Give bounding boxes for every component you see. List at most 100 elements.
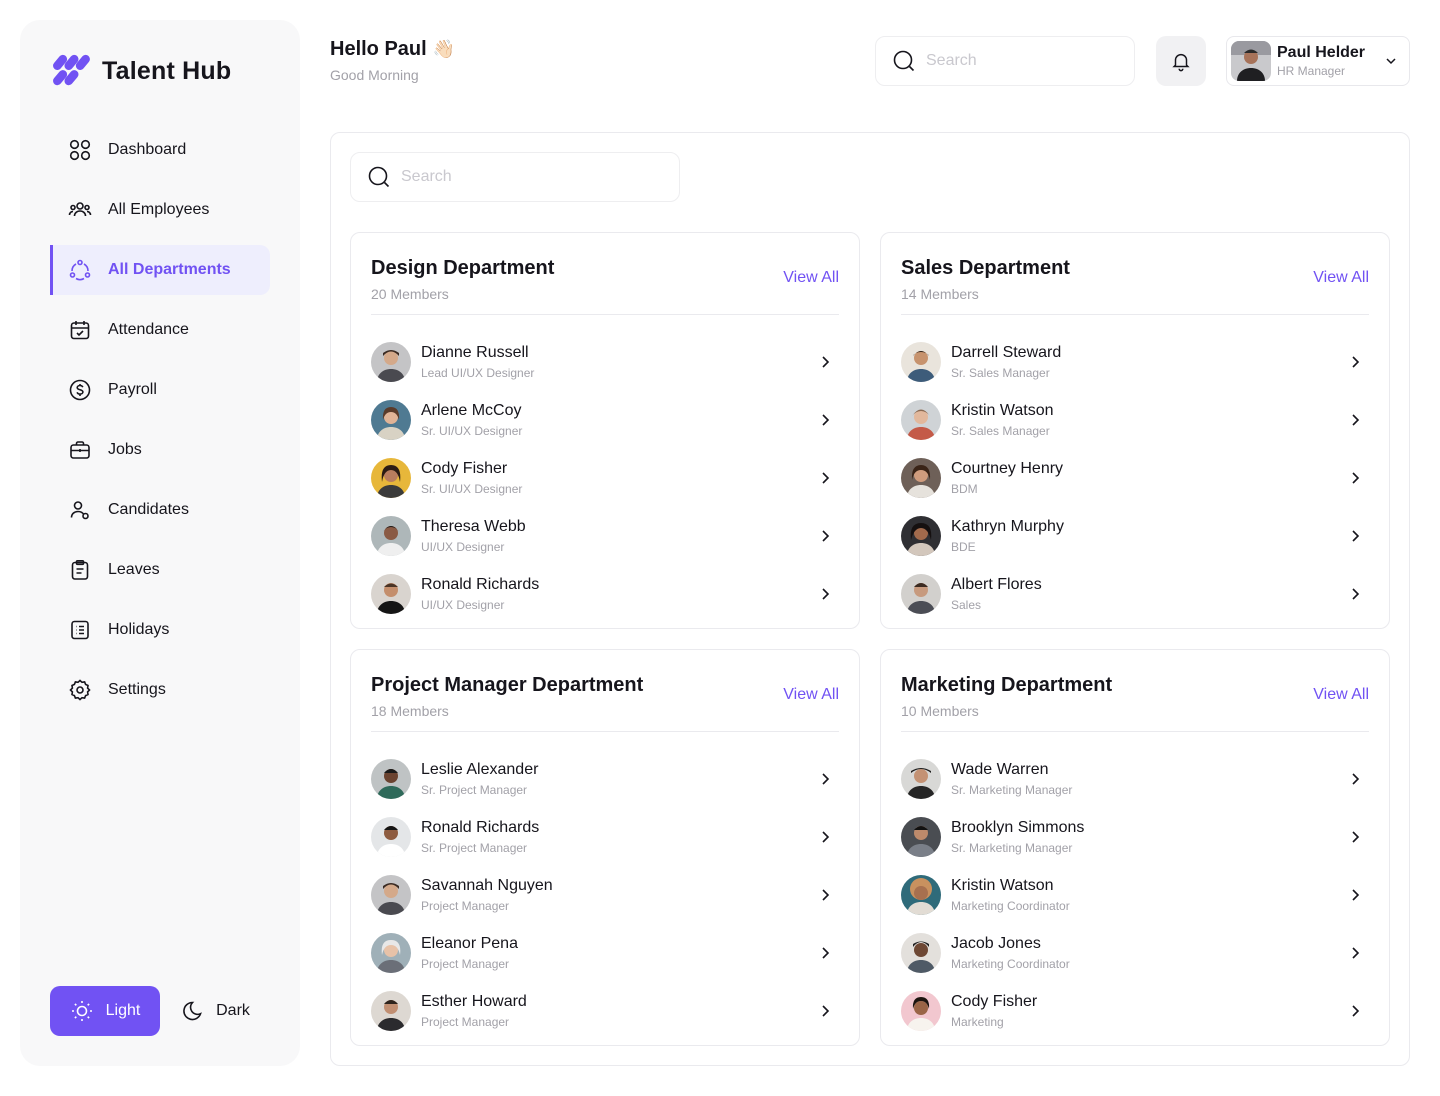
member-role: Sr. Marketing Manager	[951, 783, 1073, 797]
header-search	[875, 36, 1135, 86]
member-row[interactable]: Courtney Henry BDM	[901, 449, 1369, 507]
member-row[interactable]: Albert Flores Sales	[901, 565, 1369, 623]
member-info: Darrell Steward Sr. Sales Manager	[951, 344, 1345, 380]
member-role: Marketing Coordinator	[951, 899, 1070, 913]
dark-theme-button[interactable]: Dark	[160, 986, 270, 1036]
member-row[interactable]: Ronald Richards Sr. Project Manager	[371, 808, 839, 866]
member-row[interactable]: Ronald Richards UI/UX Designer	[371, 565, 839, 623]
sidebar-item-label: Candidates	[108, 501, 189, 518]
department-card-design: Design Department 20 Members View All Di…	[350, 232, 860, 629]
sidebar-item-label: All Departments	[108, 261, 231, 278]
header-search-input[interactable]	[926, 52, 1106, 70]
member-info: Kathryn Murphy BDE	[951, 518, 1345, 554]
member-row[interactable]: Cody Fisher Sr. UI/UX Designer	[371, 449, 839, 507]
member-name: Cody Fisher	[421, 460, 508, 477]
briefcase-icon	[70, 441, 90, 459]
sidebar-item-candidates[interactable]: Candidates	[50, 485, 270, 535]
chevron-right-icon	[822, 356, 830, 368]
member-role: Sales	[951, 598, 982, 612]
chevron-right-icon	[822, 472, 830, 484]
member-role: Project Manager	[421, 957, 510, 971]
avatar	[371, 342, 411, 382]
view-all-link[interactable]: View All	[1313, 686, 1369, 704]
sidebar-item-leaves[interactable]: Leaves	[50, 545, 270, 595]
chevron-right-icon	[822, 831, 830, 843]
moon-icon	[183, 1001, 202, 1021]
sidebar-item-attendance[interactable]: Attendance	[50, 305, 270, 355]
chevron-right-icon	[1352, 1005, 1360, 1017]
member-row[interactable]: Brooklyn Simmons Sr. Marketing Manager	[901, 808, 1369, 866]
member-row[interactable]: Jacob Jones Marketing Coordinator	[901, 924, 1369, 982]
member-row[interactable]: Esther Howard Project Manager	[371, 982, 839, 1040]
member-info: Esther Howard Project Manager	[421, 993, 815, 1029]
view-all-link[interactable]: View All	[783, 686, 839, 704]
view-all-link[interactable]: View All	[783, 269, 839, 287]
member-row[interactable]: Cody Fisher Marketing	[901, 982, 1369, 1040]
member-row[interactable]: Kristin Watson Marketing Coordinator	[901, 866, 1369, 924]
department-card-sales: Sales Department 14 Members View All Dar…	[880, 232, 1390, 629]
light-theme-button[interactable]: Light	[50, 986, 160, 1036]
avatar	[901, 400, 941, 440]
member-role: Marketing Coordinator	[951, 957, 1070, 971]
member-list: Darrell Steward Sr. Sales Manager Kristi…	[901, 333, 1369, 623]
member-name: Cody Fisher	[951, 993, 1038, 1010]
sidebar-item-label: Dashboard	[108, 141, 187, 158]
member-role: Project Manager	[421, 1015, 510, 1029]
member-name: Arlene McCoy	[421, 402, 522, 419]
member-row[interactable]: Savannah Nguyen Project Manager	[371, 866, 839, 924]
sidebar-item-label: Leaves	[108, 561, 160, 578]
sidebar-item-dashboard[interactable]: Dashboard	[50, 125, 270, 175]
department-title: Project Manager Department	[371, 674, 644, 696]
main-nav: Dashboard All Employees All Departments …	[50, 125, 270, 725]
member-row[interactable]: Kristin Watson Sr. Sales Manager	[901, 391, 1369, 449]
member-name: Courtney Henry	[951, 460, 1064, 477]
user-profile-menu[interactable]: Paul Helder HR Manager	[1226, 36, 1410, 86]
member-row[interactable]: Arlene McCoy Sr. UI/UX Designer	[371, 391, 839, 449]
chevron-right-icon	[1352, 356, 1360, 368]
avatar	[901, 342, 941, 382]
chevron-right-icon	[1352, 530, 1360, 542]
sidebar-item-jobs[interactable]: Jobs	[50, 425, 270, 475]
member-row[interactable]: Kathryn Murphy BDE	[901, 507, 1369, 565]
department-member-count: 18 Members	[371, 703, 449, 719]
member-role: BDE	[951, 540, 976, 554]
sidebar-item-label: Holidays	[108, 621, 170, 638]
chevron-right-icon	[822, 889, 830, 901]
member-row[interactable]: Theresa Webb UI/UX Designer	[371, 507, 839, 565]
sidebar-item-payroll[interactable]: Payroll	[50, 365, 270, 415]
member-role: UI/UX Designer	[421, 598, 505, 612]
department-member-count: 20 Members	[371, 286, 449, 302]
sidebar-item-holidays[interactable]: Holidays	[50, 605, 270, 655]
light-theme-label: Light	[105, 1002, 141, 1019]
notifications-button[interactable]	[1156, 36, 1206, 86]
member-role: Sr. Sales Manager	[951, 366, 1050, 380]
member-info: Eleanor Pena Project Manager	[421, 935, 815, 971]
department-header: Project Manager Department 18 Members Vi…	[371, 674, 839, 732]
sidebar-item-settings[interactable]: Settings	[50, 665, 270, 715]
member-info: Leslie Alexander Sr. Project Manager	[421, 761, 815, 797]
member-row[interactable]: Eleanor Pena Project Manager	[371, 924, 839, 982]
member-name: Savannah Nguyen	[421, 877, 553, 894]
member-name: Wade Warren	[951, 761, 1049, 778]
member-row[interactable]: Darrell Steward Sr. Sales Manager	[901, 333, 1369, 391]
member-row[interactable]: Leslie Alexander Sr. Project Manager	[371, 750, 839, 808]
member-role: Lead UI/UX Designer	[421, 366, 535, 380]
member-list: Dianne Russell Lead UI/UX Designer Arlen…	[371, 333, 839, 623]
department-card-project-manager: Project Manager Department 18 Members Vi…	[350, 649, 860, 1046]
sidebar-item-label: Payroll	[108, 381, 157, 398]
sidebar-item-all-employees[interactable]: All Employees	[50, 185, 270, 235]
view-all-link[interactable]: View All	[1313, 269, 1369, 287]
dashboard-icon	[69, 139, 91, 161]
candidates-icon	[70, 501, 89, 520]
department-search-input[interactable]	[401, 168, 581, 186]
avatar	[371, 817, 411, 857]
member-row[interactable]: Wade Warren Sr. Marketing Manager	[901, 750, 1369, 808]
member-name: Theresa Webb	[421, 518, 526, 535]
chevron-right-icon	[1352, 831, 1360, 843]
member-row[interactable]: Dianne Russell Lead UI/UX Designer	[371, 333, 839, 391]
clipboard-icon	[71, 559, 89, 580]
member-list: Leslie Alexander Sr. Project Manager Ron…	[371, 750, 839, 1040]
brand[interactable]: Talent Hub	[52, 52, 231, 90]
theme-toggle: Light Dark	[50, 986, 270, 1036]
sidebar-item-all-departments[interactable]: All Departments	[50, 245, 270, 295]
